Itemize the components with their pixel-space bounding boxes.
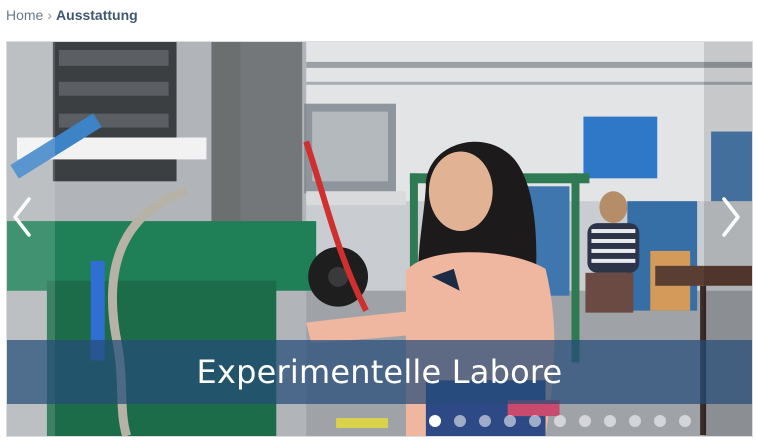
slide-dot[interactable] xyxy=(604,415,616,427)
slide-dot[interactable] xyxy=(504,415,516,427)
slide-pagination-dots xyxy=(429,414,704,428)
slide-dot[interactable] xyxy=(429,415,441,427)
slide-dot[interactable] xyxy=(579,415,591,427)
breadcrumb-separator-icon: › xyxy=(47,7,53,23)
slide-dot[interactable] xyxy=(654,415,666,427)
slide-dot[interactable] xyxy=(629,415,641,427)
slider-next-button[interactable] xyxy=(716,192,746,242)
slide-dot[interactable] xyxy=(479,415,491,427)
slider-prev-button[interactable] xyxy=(7,192,37,242)
slide-dot[interactable] xyxy=(679,415,691,427)
slide-dot[interactable] xyxy=(529,415,541,427)
chevron-left-icon xyxy=(13,197,31,237)
breadcrumb: Home › Ausstattung xyxy=(6,5,138,25)
breadcrumb-home-link[interactable]: Home xyxy=(6,5,43,25)
slide-caption: Experimentelle Labore xyxy=(196,353,563,391)
breadcrumb-current-page: Ausstattung xyxy=(56,7,138,23)
chevron-right-icon xyxy=(722,197,740,237)
slide-dot[interactable] xyxy=(454,415,466,427)
slide-caption-band: Experimentelle Labore xyxy=(7,340,752,404)
image-slider[interactable]: Experimentelle Labore xyxy=(6,41,753,437)
slide-dot[interactable] xyxy=(554,415,566,427)
